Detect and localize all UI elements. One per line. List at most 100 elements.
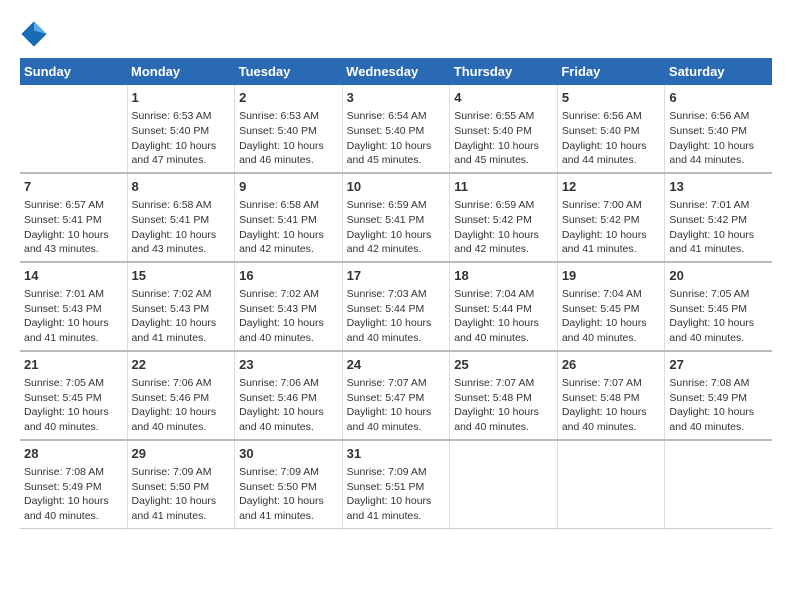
day-number: 2 <box>239 89 338 107</box>
logo <box>20 20 52 48</box>
calendar-week-row: 1 Sunrise: 6:53 AM Sunset: 5:40 PM Daylig… <box>20 85 772 173</box>
day-content: Sunrise: 7:05 AM Sunset: 5:45 PM Dayligh… <box>669 287 768 346</box>
day-content: Sunrise: 7:06 AM Sunset: 5:46 PM Dayligh… <box>239 376 338 435</box>
day-content: Sunrise: 7:09 AM Sunset: 5:51 PM Dayligh… <box>347 465 446 524</box>
day-number: 8 <box>132 178 231 196</box>
day-number: 23 <box>239 356 338 374</box>
calendar-cell: 14 Sunrise: 7:01 AM Sunset: 5:43 PM Dayli… <box>20 262 127 351</box>
calendar-cell: 10Sunrise: 6:59 AM Sunset: 5:41 PM Dayli… <box>342 173 450 262</box>
day-number: 18 <box>454 267 553 285</box>
calendar-cell: 1 Sunrise: 6:53 AM Sunset: 5:40 PM Daylig… <box>127 85 235 173</box>
calendar-cell: 9 Sunrise: 6:58 AM Sunset: 5:41 PM Daylig… <box>235 173 343 262</box>
calendar-cell: 18 Sunrise: 7:04 AM Sunset: 5:44 PM Dayli… <box>450 262 558 351</box>
day-number: 30 <box>239 445 338 463</box>
day-number: 4 <box>454 89 553 107</box>
calendar-cell: 19 Sunrise: 7:04 AM Sunset: 5:45 PM Dayli… <box>557 262 665 351</box>
calendar-cell: 12 Sunrise: 7:00 AM Sunset: 5:42 PM Dayli… <box>557 173 665 262</box>
day-content: Sunrise: 6:59 AM Sunset: 5:41 PM Dayligh… <box>347 198 446 257</box>
day-number: 29 <box>132 445 231 463</box>
day-number: 26 <box>562 356 661 374</box>
day-content: Sunrise: 7:04 AM Sunset: 5:44 PM Dayligh… <box>454 287 553 346</box>
calendar-cell: 7 Sunrise: 6:57 AM Sunset: 5:41 PM Daylig… <box>20 173 127 262</box>
calendar-cell: 26 Sunrise: 7:07 AM Sunset: 5:48 PM Dayli… <box>557 351 665 440</box>
day-content: Sunrise: 7:07 AM Sunset: 5:48 PM Dayligh… <box>454 376 553 435</box>
calendar-cell <box>665 440 772 528</box>
calendar-cell: 28 Sunrise: 7:08 AM Sunset: 5:49 PM Dayli… <box>20 440 127 528</box>
day-number: 7 <box>24 178 123 196</box>
weekday-header: Thursday <box>450 58 558 85</box>
day-content: Sunrise: 7:08 AM Sunset: 5:49 PM Dayligh… <box>24 465 123 524</box>
day-content: Sunrise: 6:54 AM Sunset: 5:40 PM Dayligh… <box>347 109 446 168</box>
day-number: 3 <box>347 89 446 107</box>
day-number: 21 <box>24 356 123 374</box>
day-content: Sunrise: 6:58 AM Sunset: 5:41 PM Dayligh… <box>132 198 231 257</box>
day-content: Sunrise: 6:56 AM Sunset: 5:40 PM Dayligh… <box>562 109 661 168</box>
calendar-cell: 8 Sunrise: 6:58 AM Sunset: 5:41 PM Daylig… <box>127 173 235 262</box>
page-header <box>20 20 772 48</box>
day-number: 15 <box>132 267 231 285</box>
day-content: Sunrise: 6:53 AM Sunset: 5:40 PM Dayligh… <box>239 109 338 168</box>
weekday-header: Saturday <box>665 58 772 85</box>
calendar-cell: 23 Sunrise: 7:06 AM Sunset: 5:46 PM Dayli… <box>235 351 343 440</box>
calendar-cell: 11 Sunrise: 6:59 AM Sunset: 5:42 PM Dayli… <box>450 173 558 262</box>
calendar-header-row: SundayMondayTuesdayWednesdayThursdayFrid… <box>20 58 772 85</box>
day-content: Sunrise: 6:58 AM Sunset: 5:41 PM Dayligh… <box>239 198 338 257</box>
calendar-week-row: 21Sunrise: 7:05 AM Sunset: 5:45 PM Dayli… <box>20 351 772 440</box>
day-content: Sunrise: 7:07 AM Sunset: 5:47 PM Dayligh… <box>347 376 446 435</box>
calendar-cell: 5 Sunrise: 6:56 AM Sunset: 5:40 PM Daylig… <box>557 85 665 173</box>
calendar-cell: 4Sunrise: 6:55 AM Sunset: 5:40 PM Daylig… <box>450 85 558 173</box>
day-number: 17 <box>347 267 446 285</box>
day-content: Sunrise: 7:09 AM Sunset: 5:50 PM Dayligh… <box>132 465 231 524</box>
day-number: 1 <box>132 89 231 107</box>
day-number: 12 <box>562 178 661 196</box>
day-number: 11 <box>454 178 553 196</box>
day-content: Sunrise: 7:08 AM Sunset: 5:49 PM Dayligh… <box>669 376 768 435</box>
day-number: 28 <box>24 445 123 463</box>
day-number: 14 <box>24 267 123 285</box>
calendar-cell <box>450 440 558 528</box>
day-number: 20 <box>669 267 768 285</box>
calendar-cell: 3 Sunrise: 6:54 AM Sunset: 5:40 PM Daylig… <box>342 85 450 173</box>
day-number: 22 <box>132 356 231 374</box>
calendar-cell: 2 Sunrise: 6:53 AM Sunset: 5:40 PM Daylig… <box>235 85 343 173</box>
day-content: Sunrise: 6:59 AM Sunset: 5:42 PM Dayligh… <box>454 198 553 257</box>
day-content: Sunrise: 7:02 AM Sunset: 5:43 PM Dayligh… <box>132 287 231 346</box>
calendar-cell: 27 Sunrise: 7:08 AM Sunset: 5:49 PM Dayli… <box>665 351 772 440</box>
day-content: Sunrise: 7:00 AM Sunset: 5:42 PM Dayligh… <box>562 198 661 257</box>
calendar-cell <box>557 440 665 528</box>
calendar-cell: 6 Sunrise: 6:56 AM Sunset: 5:40 PM Daylig… <box>665 85 772 173</box>
calendar-week-row: 14 Sunrise: 7:01 AM Sunset: 5:43 PM Dayli… <box>20 262 772 351</box>
day-content: Sunrise: 7:01 AM Sunset: 5:43 PM Dayligh… <box>24 287 123 346</box>
calendar-cell: 13Sunrise: 7:01 AM Sunset: 5:42 PM Dayli… <box>665 173 772 262</box>
day-content: Sunrise: 6:56 AM Sunset: 5:40 PM Dayligh… <box>669 109 768 168</box>
calendar-cell: 20 Sunrise: 7:05 AM Sunset: 5:45 PM Dayli… <box>665 262 772 351</box>
day-content: Sunrise: 6:53 AM Sunset: 5:40 PM Dayligh… <box>132 109 231 168</box>
day-number: 27 <box>669 356 768 374</box>
calendar-cell: 31 Sunrise: 7:09 AM Sunset: 5:51 PM Dayli… <box>342 440 450 528</box>
day-number: 5 <box>562 89 661 107</box>
day-number: 9 <box>239 178 338 196</box>
day-content: Sunrise: 7:06 AM Sunset: 5:46 PM Dayligh… <box>132 376 231 435</box>
weekday-header: Monday <box>127 58 235 85</box>
day-content: Sunrise: 6:57 AM Sunset: 5:41 PM Dayligh… <box>24 198 123 257</box>
calendar-body: 1 Sunrise: 6:53 AM Sunset: 5:40 PM Daylig… <box>20 85 772 528</box>
calendar-cell: 22 Sunrise: 7:06 AM Sunset: 5:46 PM Dayli… <box>127 351 235 440</box>
day-number: 6 <box>669 89 768 107</box>
day-content: Sunrise: 7:07 AM Sunset: 5:48 PM Dayligh… <box>562 376 661 435</box>
calendar-week-row: 28 Sunrise: 7:08 AM Sunset: 5:49 PM Dayli… <box>20 440 772 528</box>
calendar-cell: 16Sunrise: 7:02 AM Sunset: 5:43 PM Dayli… <box>235 262 343 351</box>
logo-icon <box>20 20 48 48</box>
calendar-cell: 24Sunrise: 7:07 AM Sunset: 5:47 PM Dayli… <box>342 351 450 440</box>
day-content: Sunrise: 7:01 AM Sunset: 5:42 PM Dayligh… <box>669 198 768 257</box>
day-content: Sunrise: 7:02 AM Sunset: 5:43 PM Dayligh… <box>239 287 338 346</box>
weekday-header: Friday <box>557 58 665 85</box>
day-number: 31 <box>347 445 446 463</box>
day-number: 19 <box>562 267 661 285</box>
day-content: Sunrise: 7:04 AM Sunset: 5:45 PM Dayligh… <box>562 287 661 346</box>
weekday-header: Sunday <box>20 58 127 85</box>
calendar-table: SundayMondayTuesdayWednesdayThursdayFrid… <box>20 58 772 529</box>
day-number: 25 <box>454 356 553 374</box>
calendar-cell: 17Sunrise: 7:03 AM Sunset: 5:44 PM Dayli… <box>342 262 450 351</box>
calendar-cell: 29 Sunrise: 7:09 AM Sunset: 5:50 PM Dayli… <box>127 440 235 528</box>
calendar-cell: 25 Sunrise: 7:07 AM Sunset: 5:48 PM Dayli… <box>450 351 558 440</box>
